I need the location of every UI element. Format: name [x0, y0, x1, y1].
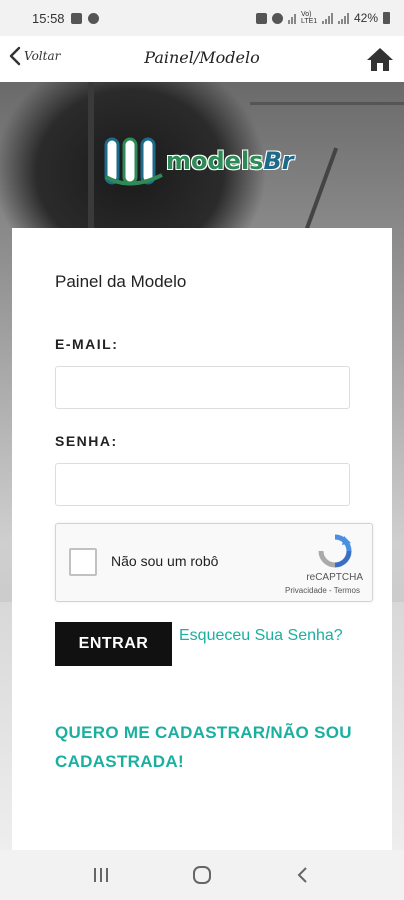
enter-button[interactable]: ENTRAR: [55, 622, 172, 666]
forgot-password-link[interactable]: Esqueceu Sua Senha?: [179, 627, 343, 645]
home-circle-icon: [192, 866, 211, 884]
page-title: Painel/Modelo: [144, 48, 260, 67]
home-nav-button[interactable]: [182, 860, 222, 890]
home-button[interactable]: [366, 46, 394, 72]
recaptcha-widget: Não sou um robô reCAPTCHA Privacidade - …: [55, 523, 373, 602]
messenger-icon: [87, 12, 99, 24]
recaptcha-brand: reCAPTCHA: [306, 572, 363, 583]
status-time: 15:58: [32, 10, 65, 26]
notification-icon: [70, 12, 82, 24]
recaptcha-label: Não sou um robô: [111, 553, 219, 569]
back-nav-icon: [297, 867, 308, 883]
alarm-icon: [271, 12, 283, 24]
register-link[interactable]: QUERO ME CADASTRAR/NÃO SOU CADASTRADA!: [55, 718, 355, 776]
logo-text: modelsBr: [166, 147, 294, 175]
email-label: E-MAIL:: [55, 336, 119, 352]
status-right: Vo) LTE1 42%: [255, 11, 390, 25]
recaptcha-links[interactable]: Privacidade - Termos: [285, 586, 360, 595]
logo-mark-icon: [104, 137, 163, 186]
app-header: Voltar Painel/Modelo: [0, 36, 404, 82]
network-label: Vo) LTE1: [300, 11, 318, 25]
ceiling-beam: [250, 102, 404, 105]
battery-percent: 42%: [353, 11, 378, 25]
logo-brand-suffix: Br: [263, 147, 294, 175]
recents-button[interactable]: [81, 860, 121, 890]
back-nav-button[interactable]: [283, 860, 323, 890]
signal-icon-2: [337, 12, 349, 24]
home-icon: [367, 48, 393, 71]
battery-saver-icon: [255, 12, 267, 24]
login-card: Painel da Modelo E-MAIL: SENHA: Não sou …: [12, 228, 392, 850]
recaptcha-checkbox[interactable]: [69, 548, 97, 576]
battery-icon: [383, 12, 390, 24]
logo: modelsBr: [102, 130, 302, 192]
recaptcha-icon: [318, 534, 352, 568]
email-field[interactable]: [55, 366, 350, 409]
status-left: 15:58: [32, 11, 99, 26]
logo-brand: models: [166, 147, 264, 175]
status-bar: 15:58 Vo) LTE1 42%: [0, 0, 404, 36]
password-field[interactable]: [55, 463, 350, 506]
signal-icon: [321, 12, 333, 24]
android-nav-bar: [0, 850, 404, 900]
card-title: Painel da Modelo: [55, 272, 187, 291]
wifi-icon: [287, 13, 296, 24]
password-label: SENHA:: [55, 433, 118, 449]
recents-icon: [93, 868, 108, 882]
